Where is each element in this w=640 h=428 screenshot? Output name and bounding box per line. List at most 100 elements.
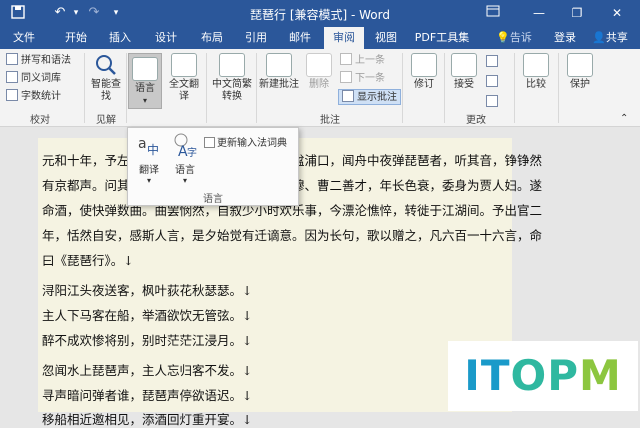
fulltext-translate-button[interactable]: 全文翻译	[166, 53, 202, 103]
previous-comment-label: 上一条	[355, 55, 385, 66]
next-change-icon	[486, 95, 498, 107]
tab-review[interactable]: 审阅	[324, 27, 364, 49]
ribbon-display-icon[interactable]	[482, 3, 504, 23]
language-button[interactable]: 语言 ▾	[128, 53, 162, 109]
chevron-down-icon: ▾	[146, 176, 151, 185]
paragraph-line: 年，恬然自安，感斯人言，是夕始觉有迁谪意。因为长句，歌以赠之，凡六百一十六言，命	[42, 228, 543, 243]
translate-dropdown-button[interactable]: a 中 翻译 ▾	[132, 132, 166, 186]
accept-button[interactable]: 接受	[446, 53, 482, 91]
show-comments-button[interactable]: 显示批注	[338, 89, 401, 105]
translate-icon: a 中	[138, 136, 159, 157]
protect-button[interactable]: 保护	[562, 53, 598, 91]
thesaurus-button[interactable]: 同义词库	[6, 71, 61, 87]
language-popup-label: 语言	[175, 165, 195, 176]
spelling-grammar-button[interactable]: 拼写和语法	[6, 53, 71, 69]
maximize-icon[interactable]: ❐	[566, 3, 588, 23]
tab-pdf-tools[interactable]: PDF工具集	[410, 27, 474, 49]
protect-icon	[567, 53, 593, 77]
share-icon: 👤	[592, 31, 606, 44]
spelling-icon	[6, 53, 18, 65]
signin-link[interactable]: 登录	[552, 27, 578, 49]
svg-text:a: a	[138, 136, 147, 152]
smart-lookup-icon	[93, 53, 119, 77]
previous-change-button[interactable]	[486, 75, 501, 91]
poem-line: 忽闻水上琵琶声，主人忘归客不发。↓	[42, 363, 253, 378]
smart-lookup-label: 智能查找	[91, 79, 121, 102]
group-label-insights: 见解	[96, 115, 116, 126]
tab-insert[interactable]: 插入	[100, 27, 140, 49]
language-globe-icon: A 字	[174, 133, 197, 160]
compare-icon	[523, 53, 549, 77]
collapse-ribbon-icon[interactable]: ⌃	[620, 111, 628, 127]
group-label-changes: 更改	[466, 115, 486, 126]
lightbulb-icon: 💡	[496, 31, 510, 44]
ribbon-tabs: 文件 开始 插入 设计 布局 引用 邮件 审阅 视图 PDF工具集 💡告诉我..…	[0, 27, 640, 66]
tracking-icon	[411, 53, 437, 77]
language-dropdown-button[interactable]: A 字 语言 ▾	[168, 132, 202, 186]
smart-lookup-button[interactable]: 智能查找	[88, 53, 124, 103]
word-count-icon	[6, 89, 18, 101]
poem-line: 主人下马客在船，举酒欲饮无管弦。↓	[42, 308, 253, 323]
tracking-button[interactable]: 修订	[406, 53, 442, 91]
ribbon-separator	[126, 53, 127, 123]
svg-text:字: 字	[187, 146, 197, 158]
tab-mailings[interactable]: 邮件	[280, 27, 320, 49]
ribbon: 拼写和语法 同义词库 字数统计 校对 智能查找 见解 语言 ▾ 全文翻译 中文简繁…	[0, 49, 640, 127]
language-dropdown-panel: a 中 翻译 ▾ A 字 语言 ▾ 更新输入法词典 语言	[127, 127, 299, 206]
ribbon-separator	[514, 53, 515, 123]
chinese-conversion-label: 中文简繁转换	[212, 79, 252, 102]
compare-button[interactable]: 比较	[518, 53, 554, 91]
next-comment-label: 下一条	[355, 73, 385, 84]
language-label: 语言	[135, 83, 155, 94]
tell-me-box[interactable]: 💡告诉我...	[486, 27, 542, 66]
word-count-button[interactable]: 字数统计	[6, 89, 61, 105]
minimize-icon[interactable]: —	[528, 3, 550, 23]
tab-home[interactable]: 开始	[56, 27, 96, 49]
compare-label: 比较	[526, 79, 546, 90]
tracking-label: 修订	[414, 79, 434, 90]
show-comments-label: 显示批注	[357, 92, 397, 103]
next-change-button[interactable]	[486, 95, 501, 111]
spelling-label: 拼写和语法	[21, 55, 71, 66]
thesaurus-label: 同义词库	[21, 73, 61, 84]
ribbon-separator	[84, 53, 85, 123]
accept-label: 接受	[454, 79, 474, 90]
tab-view[interactable]: 视图	[366, 27, 406, 49]
previous-comment-button[interactable]: 上一条	[340, 53, 385, 69]
svg-text:中: 中	[147, 142, 159, 157]
chinese-conversion-button[interactable]: 中文简繁转换	[210, 53, 254, 103]
show-comments-icon	[342, 90, 354, 102]
delete-comment-button[interactable]: 删除	[304, 53, 334, 91]
tab-layout[interactable]: 布局	[192, 27, 232, 49]
language-icon	[132, 57, 158, 81]
tab-design[interactable]: 设计	[146, 27, 186, 49]
reject-button[interactable]	[486, 55, 501, 71]
poem-line: 浔阳江头夜送客，枫叶荻花秋瑟瑟。↓	[42, 283, 253, 298]
share-button[interactable]: 👤共享	[584, 27, 636, 49]
ribbon-separator	[444, 53, 445, 123]
translate-label: 翻译	[139, 165, 159, 176]
delete-comment-label: 删除	[309, 79, 329, 90]
title-bar: ↶ ▾ ↷ ▾ 琵琶行 [兼容模式] - Word — ❐ ✕	[0, 0, 640, 27]
new-comment-label: 新建批注	[259, 79, 299, 90]
chinese-conversion-icon	[219, 53, 245, 77]
tab-references[interactable]: 引用	[236, 27, 276, 49]
chevron-down-icon: ▾	[142, 96, 147, 105]
close-icon[interactable]: ✕	[606, 3, 628, 23]
new-comment-button[interactable]: 新建批注	[258, 53, 300, 91]
group-label-comments: 批注	[320, 115, 340, 126]
update-ime-dictionary-button[interactable]: 更新输入法词典	[204, 134, 287, 149]
tab-file[interactable]: 文件	[4, 27, 44, 49]
delete-comment-icon	[306, 53, 332, 77]
next-comment-icon	[340, 71, 352, 83]
paragraph-line: 曰《琵琶行》。↓	[42, 253, 134, 268]
ribbon-separator	[558, 53, 559, 123]
poem-line: 寻声暗问弹者谁，琵琶声停欲语迟。↓	[42, 388, 253, 403]
share-label: 共享	[605, 31, 628, 44]
ribbon-separator	[256, 53, 257, 123]
language-group-label: 语言	[203, 194, 223, 205]
reject-icon	[486, 55, 498, 67]
protect-label: 保护	[570, 79, 590, 90]
previous-change-icon	[486, 75, 498, 87]
next-comment-button[interactable]: 下一条	[340, 71, 385, 87]
